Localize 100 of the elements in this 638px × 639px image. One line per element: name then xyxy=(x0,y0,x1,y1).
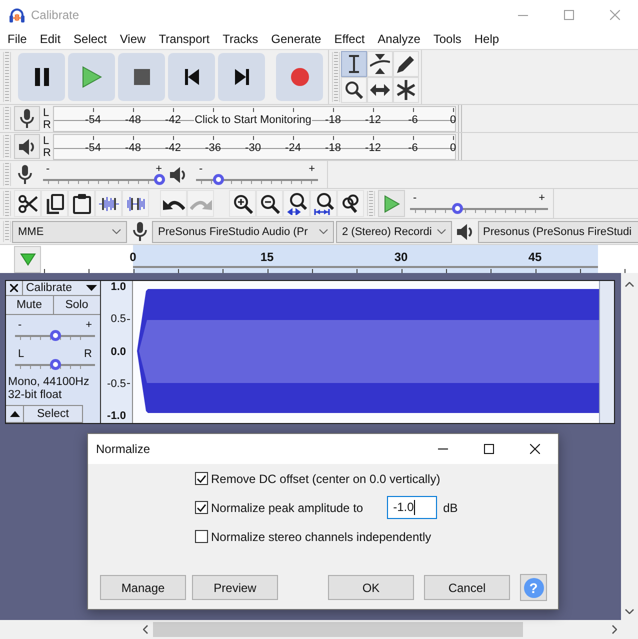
waveform-silence-icon xyxy=(126,196,146,212)
menu-item[interactable]: Effect xyxy=(328,30,372,48)
trim-button[interactable] xyxy=(95,190,122,217)
audio-host-dropdown[interactable]: MME xyxy=(12,220,127,242)
menu-item[interactable]: File xyxy=(1,30,34,48)
time-shift-tool-button[interactable] xyxy=(367,77,393,103)
meter-scale-label: 0 xyxy=(450,142,456,154)
menu-item[interactable]: Help xyxy=(468,30,506,48)
skip-to-start-button[interactable] xyxy=(168,53,215,101)
preview-button[interactable]: Preview xyxy=(192,575,278,600)
checkbox[interactable] xyxy=(195,530,208,543)
slider-thumb[interactable] xyxy=(452,203,463,214)
grip-icon[interactable] xyxy=(3,221,11,242)
playback-meter-button[interactable] xyxy=(14,134,40,159)
chevron-right-icon xyxy=(612,625,617,634)
fit-project-button[interactable] xyxy=(310,190,337,217)
grip-icon[interactable] xyxy=(3,52,11,102)
multi-tool-button[interactable] xyxy=(393,77,419,103)
checkbox-label: Remove DC offset (center on 0.0 vertically) xyxy=(211,472,440,486)
envelope-tool-button[interactable] xyxy=(367,51,393,77)
meter-scale-label: -36 xyxy=(205,142,221,154)
chevron-down-icon xyxy=(319,229,328,234)
solo-button[interactable]: Solo xyxy=(52,296,100,314)
amplitude-label: 0.0 xyxy=(110,346,126,358)
meter-scale-label: -42 xyxy=(165,142,181,154)
amplitude-input[interactable]: -1.0 xyxy=(387,496,438,519)
undo-button[interactable] xyxy=(160,190,187,217)
scissors-icon xyxy=(18,194,38,214)
double-arrow-icon xyxy=(370,84,390,96)
channel-label: L xyxy=(43,134,50,146)
fit-selection-button[interactable] xyxy=(283,190,310,217)
meter-scale-label: -6 xyxy=(408,114,418,126)
ok-button[interactable]: OK xyxy=(328,575,414,600)
window-title: Calibrate xyxy=(31,8,80,22)
record-meter-button[interactable] xyxy=(14,106,40,131)
slider-thumb[interactable] xyxy=(50,330,60,341)
stop-button[interactable] xyxy=(118,53,165,101)
mute-button[interactable]: Mute xyxy=(6,296,52,314)
checkbox[interactable] xyxy=(195,501,208,514)
track-info-text: Mono, 44100Hz xyxy=(8,376,90,389)
menu-item[interactable]: Tools xyxy=(426,30,468,48)
zoom-out-button[interactable] xyxy=(256,190,283,217)
menu-item[interactable]: Select xyxy=(67,30,114,48)
grip-icon[interactable] xyxy=(3,163,11,186)
scrollbar-thumb[interactable] xyxy=(153,622,523,637)
play-at-speed-button[interactable] xyxy=(378,190,405,217)
asterisk-icon xyxy=(396,80,416,100)
slider-thumb[interactable] xyxy=(154,174,165,185)
collapse-button[interactable] xyxy=(6,405,24,423)
skip-to-end-icon xyxy=(234,69,248,85)
timeline-options-button[interactable] xyxy=(14,246,41,272)
grip-icon[interactable] xyxy=(367,191,375,216)
slider-min-label: L xyxy=(18,349,24,359)
track-name-menu[interactable]: Calibrate xyxy=(23,281,100,295)
checkmark-icon xyxy=(197,474,206,482)
zoom-tool-button[interactable] xyxy=(341,77,367,103)
slider-max-label: + xyxy=(86,320,92,330)
zoom-toggle-button[interactable] xyxy=(337,190,364,217)
recording-device-dropdown[interactable]: PreSonus FireStudio Audio (Pr xyxy=(152,220,334,242)
menu-item[interactable]: Edit xyxy=(33,30,68,48)
pause-button[interactable] xyxy=(18,53,65,101)
meter-scale-label: -54 xyxy=(85,142,101,154)
select-button[interactable]: Select xyxy=(24,405,83,423)
triangle-down-icon xyxy=(86,285,97,291)
paste-button[interactable] xyxy=(68,190,95,217)
slider-thumb[interactable] xyxy=(50,359,60,370)
cut-button[interactable] xyxy=(14,190,41,217)
menu-item[interactable]: Transport xyxy=(152,30,216,48)
manage-button[interactable]: Manage xyxy=(100,575,186,600)
record-button[interactable] xyxy=(276,53,323,101)
speaker-icon xyxy=(170,166,186,184)
silence-button[interactable] xyxy=(122,190,149,217)
menu-item[interactable]: View xyxy=(113,30,152,48)
zoom-in-icon xyxy=(232,194,252,214)
chevron-left-icon xyxy=(143,625,148,634)
grip-icon[interactable] xyxy=(3,135,11,158)
playback-device-dropdown[interactable]: Presonus (PreSonus FireStudi xyxy=(478,220,638,242)
grip-icon[interactable] xyxy=(332,52,340,102)
menu-item[interactable]: Generate xyxy=(264,30,328,48)
slider-min-label: - xyxy=(413,193,417,203)
meter-scale-label: -48 xyxy=(125,142,141,154)
selection-tool-button[interactable] xyxy=(341,51,367,77)
double-magnifier-icon xyxy=(340,194,360,214)
zoom-in-button[interactable] xyxy=(229,190,256,217)
draw-tool-button[interactable] xyxy=(393,51,419,77)
triangle-up-icon xyxy=(10,411,20,417)
skip-to-end-button[interactable] xyxy=(218,53,265,101)
grip-icon[interactable] xyxy=(3,191,11,216)
recording-channels-dropdown[interactable]: 2 (Stereo) Recordi xyxy=(336,220,452,242)
menu-item[interactable]: Analyze xyxy=(371,30,427,48)
menu-item[interactable]: Tracks xyxy=(216,30,265,48)
timeline-label: 0 xyxy=(130,250,136,264)
magnifier-arrow-icon xyxy=(314,192,334,214)
grip-icon[interactable] xyxy=(3,107,11,130)
copy-button[interactable] xyxy=(41,190,68,217)
slider-thumb[interactable] xyxy=(212,174,224,185)
cancel-button[interactable]: Cancel xyxy=(424,575,510,600)
dialog-title: Normalize xyxy=(96,442,150,456)
meter-scale-label: -12 xyxy=(365,114,381,126)
checkbox[interactable] xyxy=(195,472,208,485)
